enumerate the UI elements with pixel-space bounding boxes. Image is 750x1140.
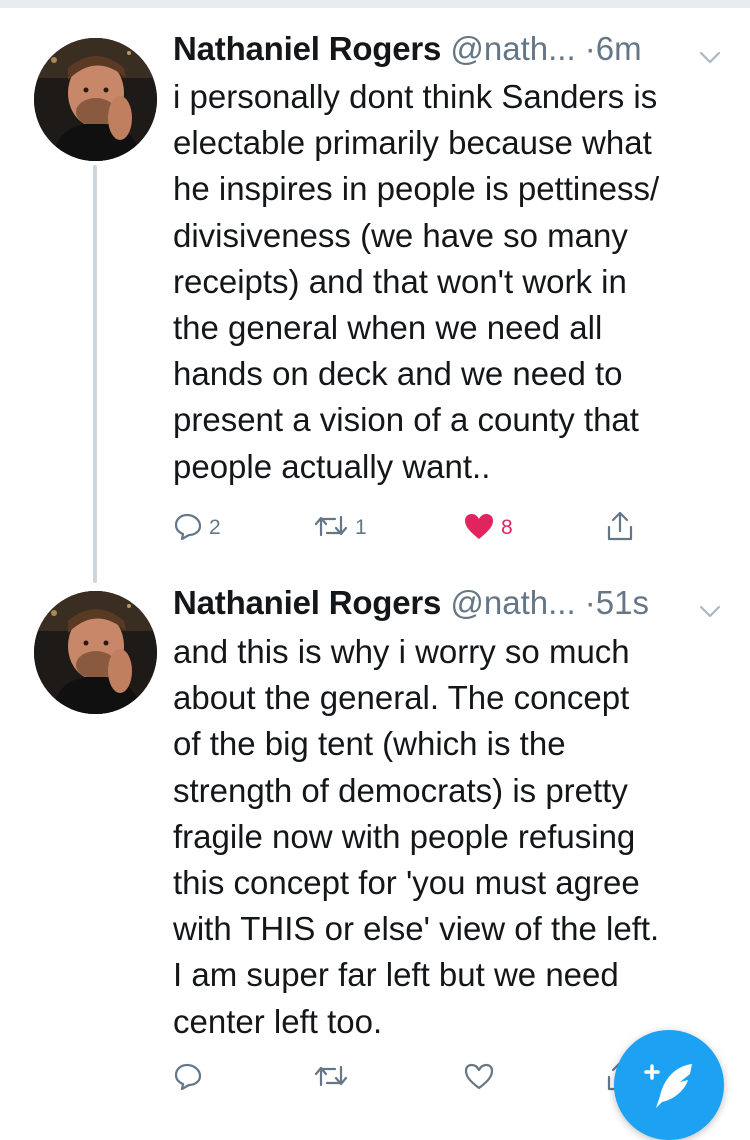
tweet-text: i personally dont think Sanders is elect…: [173, 74, 718, 490]
tweet-text-line: present a vision of a county that: [173, 401, 639, 439]
separator-dot: ·: [584, 584, 596, 621]
author-name[interactable]: Nathaniel Rogers: [173, 30, 441, 67]
tweet-text-line: people actually want..: [173, 447, 491, 485]
tweet-header: Nathaniel Rogers @nath... ·51s: [173, 580, 733, 628]
author-name[interactable]: Nathaniel Rogers: [173, 584, 441, 621]
tweet-text-line: this concept for 'you must agree: [173, 864, 640, 902]
timestamp[interactable]: 6m: [596, 30, 642, 67]
tweet-text-line: electable primarily because what: [173, 124, 652, 162]
heart-icon: [463, 511, 495, 546]
tweet-text: and this is why i worry so much about th…: [173, 629, 718, 1045]
compose-tweet-button[interactable]: [614, 1030, 724, 1140]
avatar[interactable]: [34, 591, 157, 714]
like-button[interactable]: 8: [463, 508, 513, 548]
thread-connector-line: [93, 165, 97, 583]
reply-icon: [173, 1061, 203, 1096]
like-count: 8: [501, 516, 513, 539]
retweet-button[interactable]: [313, 1058, 349, 1098]
author-handle[interactable]: @nath...: [450, 30, 575, 67]
tweet-text-line: hands on deck and we need to: [173, 355, 623, 393]
reply-count: 2: [209, 516, 221, 539]
timestamp[interactable]: 51s: [596, 584, 649, 621]
tweet-text-line: divisiveness (we have so many: [173, 216, 628, 254]
tweet-text-line: he inspires in people is pettiness/: [173, 170, 660, 208]
retweet-icon: [313, 511, 349, 546]
top-divider: [0, 0, 750, 8]
chevron-down-icon[interactable]: [697, 36, 723, 64]
retweet-icon: [313, 1061, 349, 1096]
separator-dot: ·: [584, 30, 596, 67]
reply-icon: [173, 511, 203, 546]
reply-button[interactable]: 2: [173, 508, 221, 548]
action-bar: 2 1 8: [173, 508, 713, 548]
tweet-text-line: center left too.: [173, 1002, 383, 1040]
tweet-text-line: about the general. The concept: [173, 679, 630, 717]
tweet-text-line: the general when we need all: [173, 309, 603, 347]
tweet-text-line: strength of democrats) is pretty: [173, 771, 628, 809]
compose-tweet-icon: [644, 1064, 692, 1108]
share-button[interactable]: [605, 508, 635, 548]
tweet-text-line: of the big tent (which is the: [173, 725, 566, 763]
retweet-count: 1: [355, 516, 367, 539]
heart-icon: [463, 1061, 495, 1096]
tweet-text-line: fragile now with people refusing: [173, 817, 636, 855]
tweet-text-line: I am super far left but we need: [173, 956, 619, 994]
share-icon: [605, 509, 635, 548]
like-button[interactable]: [463, 1058, 495, 1098]
chevron-down-icon[interactable]: [697, 590, 723, 618]
author-handle[interactable]: @nath...: [450, 584, 575, 621]
tweet-header: Nathaniel Rogers @nath... ·6m: [173, 26, 733, 74]
retweet-button[interactable]: 1: [313, 508, 367, 548]
tweet-text-line: and this is why i worry so much: [173, 633, 630, 670]
tweet-text-line: i personally dont think Sanders is: [173, 78, 658, 115]
avatar[interactable]: [34, 38, 157, 161]
tweet-text-line: with THIS or else' view of the left.: [173, 910, 660, 948]
tweet-text-line: receipts) and that won't work in: [173, 262, 627, 300]
reply-button[interactable]: [173, 1058, 203, 1098]
